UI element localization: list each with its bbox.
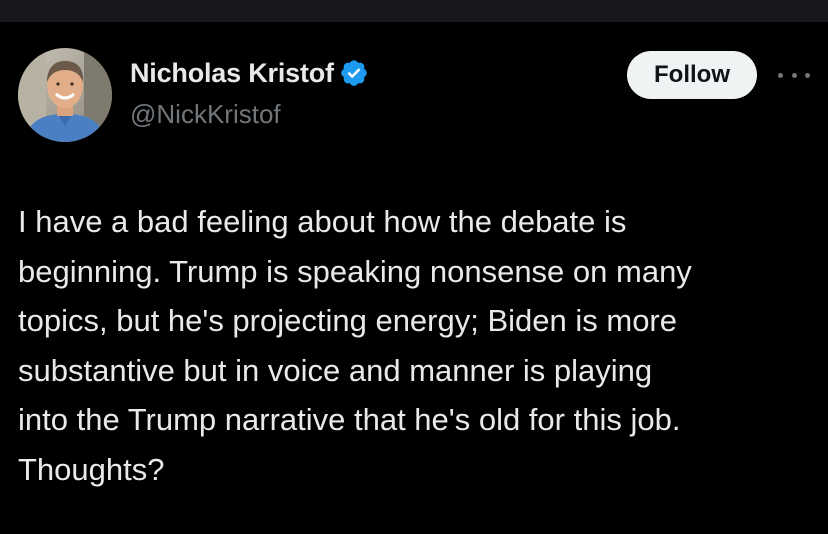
author-handle[interactable]: @NickKristof — [130, 99, 281, 130]
more-options-icon[interactable] — [778, 63, 810, 87]
more-dot — [791, 72, 797, 78]
author-name-row: Nicholas Kristof — [130, 56, 369, 90]
more-dot — [778, 72, 783, 78]
top-strip — [0, 0, 828, 22]
avatar-image — [18, 48, 112, 142]
more-dot — [805, 72, 810, 78]
author-display-name[interactable]: Nicholas Kristof — [130, 58, 334, 89]
avatar[interactable] — [18, 48, 112, 142]
follow-button[interactable]: Follow — [627, 51, 757, 99]
verified-badge-icon[interactable] — [339, 58, 369, 88]
tweet-text: I have a bad feeling about how the debat… — [18, 204, 692, 487]
